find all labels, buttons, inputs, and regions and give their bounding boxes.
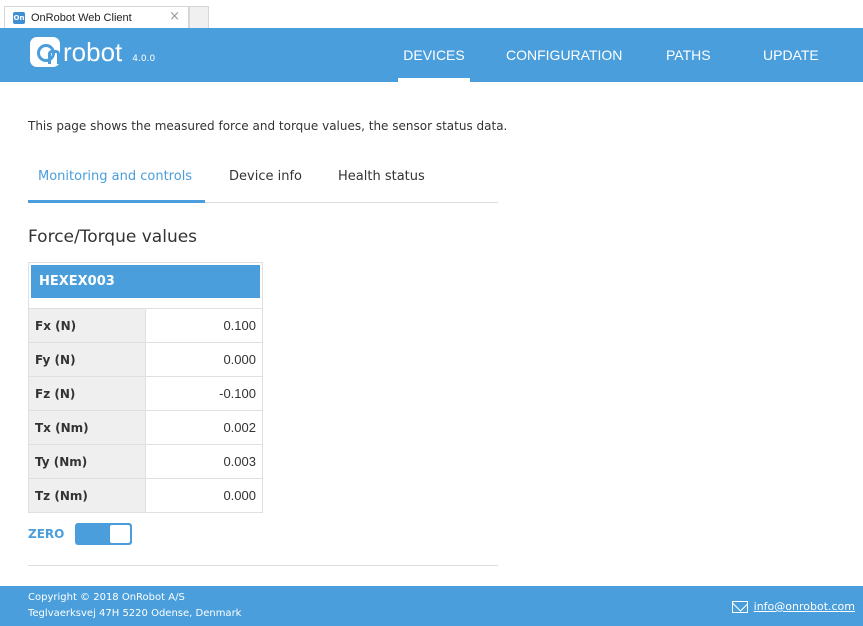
nav-paths[interactable]: PATHS [666, 28, 711, 82]
table-row: Fy (N) 0.000 [29, 342, 262, 376]
nav-configuration-label: CONFIGURATION [506, 47, 623, 63]
footer-email-text: info@onrobot.com [753, 600, 855, 613]
footer-copyright: Copyright © 2018 OnRobot A/S [28, 592, 185, 603]
toggle-knob [110, 525, 131, 543]
tab-health-status[interactable]: Health status [338, 169, 425, 184]
app-header: robot 4.0.0 DEVICES CONFIGURATION PATHS … [0, 28, 863, 82]
row-label: Fx (N) [29, 309, 146, 342]
nav-update[interactable]: UPDATE [763, 28, 819, 82]
row-value: 0.003 [223, 454, 256, 469]
app-version: 4.0.0 [132, 54, 156, 64]
device-subtabs: Monitoring and controls Device info Heal… [28, 155, 498, 203]
page-intro: This page shows the measured force and t… [28, 119, 508, 133]
zero-control: ZERO [28, 523, 133, 545]
zero-toggle[interactable] [75, 523, 133, 545]
logo[interactable]: robot 4.0.0 [30, 37, 155, 67]
new-tab-button[interactable] [189, 6, 209, 28]
row-label: Ty (Nm) [29, 445, 146, 478]
row-value: 0.000 [223, 352, 256, 367]
nav-update-label: UPDATE [763, 47, 819, 63]
tab-device-info[interactable]: Device info [229, 169, 302, 184]
onrobot-logo-icon [30, 37, 60, 67]
mail-icon [731, 600, 748, 613]
logo-text: robot [63, 37, 123, 67]
table-row: Tz (Nm) 0.000 [29, 478, 262, 512]
nav-configuration[interactable]: CONFIGURATION [506, 28, 622, 82]
footer: Copyright © 2018 OnRobot A/S Teglvaerksv… [0, 586, 863, 626]
active-tab-indicator [28, 200, 205, 203]
row-value: -0.100 [219, 386, 256, 401]
table-row: Ty (Nm) 0.003 [29, 444, 262, 478]
table-row: Fz (N) -0.100 [29, 376, 262, 410]
tab-monitoring-and-controls[interactable]: Monitoring and controls [38, 169, 192, 184]
row-value: 0.100 [223, 318, 256, 333]
row-label: Fz (N) [29, 377, 146, 410]
nav-devices[interactable]: DEVICES [398, 28, 470, 82]
browser-tab[interactable]: On OnRobot Web Client × [4, 6, 189, 28]
main-nav: DEVICES CONFIGURATION PATHS UPDATE [398, 28, 863, 82]
table-row: Fx (N) 0.100 [29, 308, 262, 342]
row-value: 0.002 [223, 420, 256, 435]
browser-tab-title: OnRobot Web Client [31, 11, 132, 24]
table-row: Tx (Nm) 0.002 [29, 410, 262, 444]
force-torque-table: HEXEX003 Fx (N) 0.100 Fy (N) 0.000 Fz (N… [28, 262, 263, 513]
zero-label: ZERO [28, 527, 65, 541]
footer-address: Teglvaerksvej 47H 5220 Odense, Denmark [28, 608, 242, 619]
close-tab-icon[interactable]: × [169, 9, 180, 24]
browser-tabstrip: On OnRobot Web Client × [0, 0, 863, 28]
row-label: Tz (Nm) [29, 479, 146, 512]
nav-paths-label: PATHS [666, 47, 711, 63]
row-label: Tx (Nm) [29, 411, 146, 444]
footer-email-link[interactable]: info@onrobot.com [731, 600, 855, 613]
row-value: 0.000 [223, 488, 256, 503]
content-divider [28, 565, 498, 566]
section-title: Force/Torque values [28, 227, 198, 247]
device-name-header: HEXEX003 [31, 265, 260, 298]
row-label: Fy (N) [29, 343, 146, 376]
onrobot-favicon-icon: On [13, 11, 25, 24]
nav-devices-label: DEVICES [403, 47, 465, 63]
